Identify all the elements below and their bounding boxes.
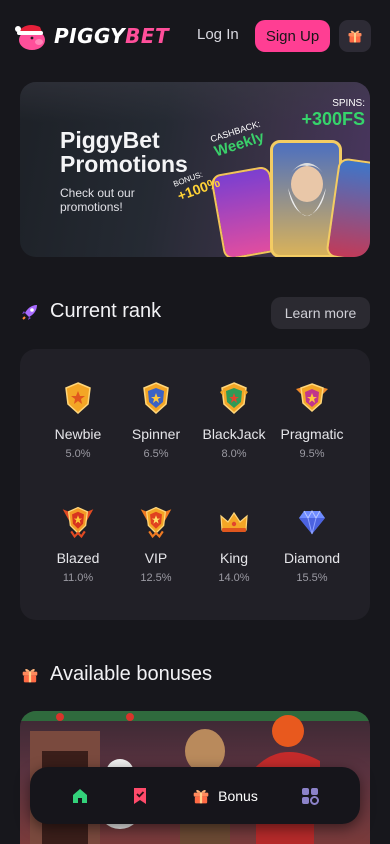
piggybet-logo[interactable]: PIGGYBET: [12, 16, 169, 56]
rank-name: BlackJack: [202, 426, 266, 442]
rank-percent: 5.0%: [65, 448, 91, 460]
rank-item-vip[interactable]: VIP 12.5%: [116, 505, 196, 584]
learn-more-button[interactable]: Learn more: [271, 297, 370, 329]
blackjack-shield-icon: [217, 381, 251, 415]
available-bonuses-title: Available bonuses: [50, 663, 212, 685]
promo-subtitle: Check out our promotions!: [60, 186, 135, 214]
rank-name: Pragmatic: [280, 426, 344, 442]
rank-item-pragmatic[interactable]: Pragmatic 9.5%: [272, 381, 352, 460]
spins-tag: SPINS: +300FS: [277, 98, 365, 130]
logo-text-piggy: PIGGY: [54, 24, 126, 48]
rank-item-blazed[interactable]: Blazed 11.0%: [38, 505, 118, 584]
rank-percent: 6.5%: [143, 448, 169, 460]
top-header: PIGGYBET Log In Sign Up: [0, 0, 390, 72]
current-rank-title: Current rank: [50, 300, 162, 322]
logo-text-bet: BET: [125, 24, 170, 48]
rank-name: King: [219, 550, 249, 566]
bottom-navigation: Bonus: [30, 767, 360, 824]
rank-item-spinner[interactable]: Spinner 6.5%: [116, 381, 196, 460]
spins-value: +300FS: [301, 109, 365, 129]
rank-item-newbie[interactable]: Newbie 5.0%: [38, 381, 118, 460]
gift-icon: [193, 789, 209, 803]
rank-percent: 15.5%: [296, 572, 328, 584]
nav-home[interactable]: [58, 767, 102, 824]
signup-button[interactable]: Sign Up: [255, 20, 330, 52]
rocket-icon: [20, 302, 40, 322]
blazed-shield-icon: [61, 505, 95, 539]
rank-percent: 8.0%: [221, 448, 247, 460]
zeus-face-icon: [288, 163, 326, 216]
rank-percent: 12.5%: [140, 572, 172, 584]
diamond-icon: [295, 505, 329, 539]
ranks-card: Newbie 5.0% Spinner 6.5% BlackJack 8.0% …: [20, 349, 370, 620]
nav-bonus-label: Bonus: [218, 787, 258, 804]
available-bonuses-heading: Available bonuses: [20, 663, 212, 686]
promo-title: PiggyBet Promotions: [60, 127, 188, 177]
spinner-shield-icon: [139, 381, 173, 415]
gift-icon: [348, 30, 362, 43]
nav-bookmark[interactable]: [118, 767, 162, 824]
rank-item-king[interactable]: King 14.0%: [194, 505, 274, 584]
nav-menu[interactable]: [288, 767, 332, 824]
rank-name: Blazed: [56, 550, 100, 566]
rank-item-diamond[interactable]: Diamond 15.5%: [272, 505, 352, 584]
gift-icon: [20, 665, 40, 685]
gift-button[interactable]: [339, 20, 371, 52]
rank-percent: 14.0%: [218, 572, 250, 584]
rank-percent: 9.5%: [299, 448, 325, 460]
rank-percent: 11.0%: [62, 572, 94, 584]
rank-name: VIP: [144, 550, 168, 566]
bookmark-check-icon: [134, 787, 146, 804]
newbie-shield-icon: [61, 381, 95, 415]
login-link[interactable]: Log In: [197, 26, 239, 43]
grid-menu-icon: [302, 787, 319, 805]
crown-icon: [217, 505, 251, 539]
pragmatic-shield-icon: [295, 381, 329, 415]
cashback-tag: CASHBACK: Weekly: [209, 119, 267, 161]
rank-name: Spinner: [131, 426, 181, 442]
current-rank-heading: Current rank: [20, 300, 161, 323]
home-icon: [73, 788, 87, 803]
pig-santa-hat-icon: [12, 21, 50, 51]
rank-name: Newbie: [54, 426, 102, 442]
promotions-banner[interactable]: PiggyBet Promotions Check out our promot…: [20, 82, 370, 257]
spins-label: SPINS:: [332, 98, 365, 109]
rank-item-blackjack[interactable]: BlackJack 8.0%: [194, 381, 274, 460]
nav-bonus[interactable]: Bonus: [185, 767, 265, 824]
rank-name: Diamond: [283, 550, 341, 566]
vip-shield-icon: [139, 505, 173, 539]
